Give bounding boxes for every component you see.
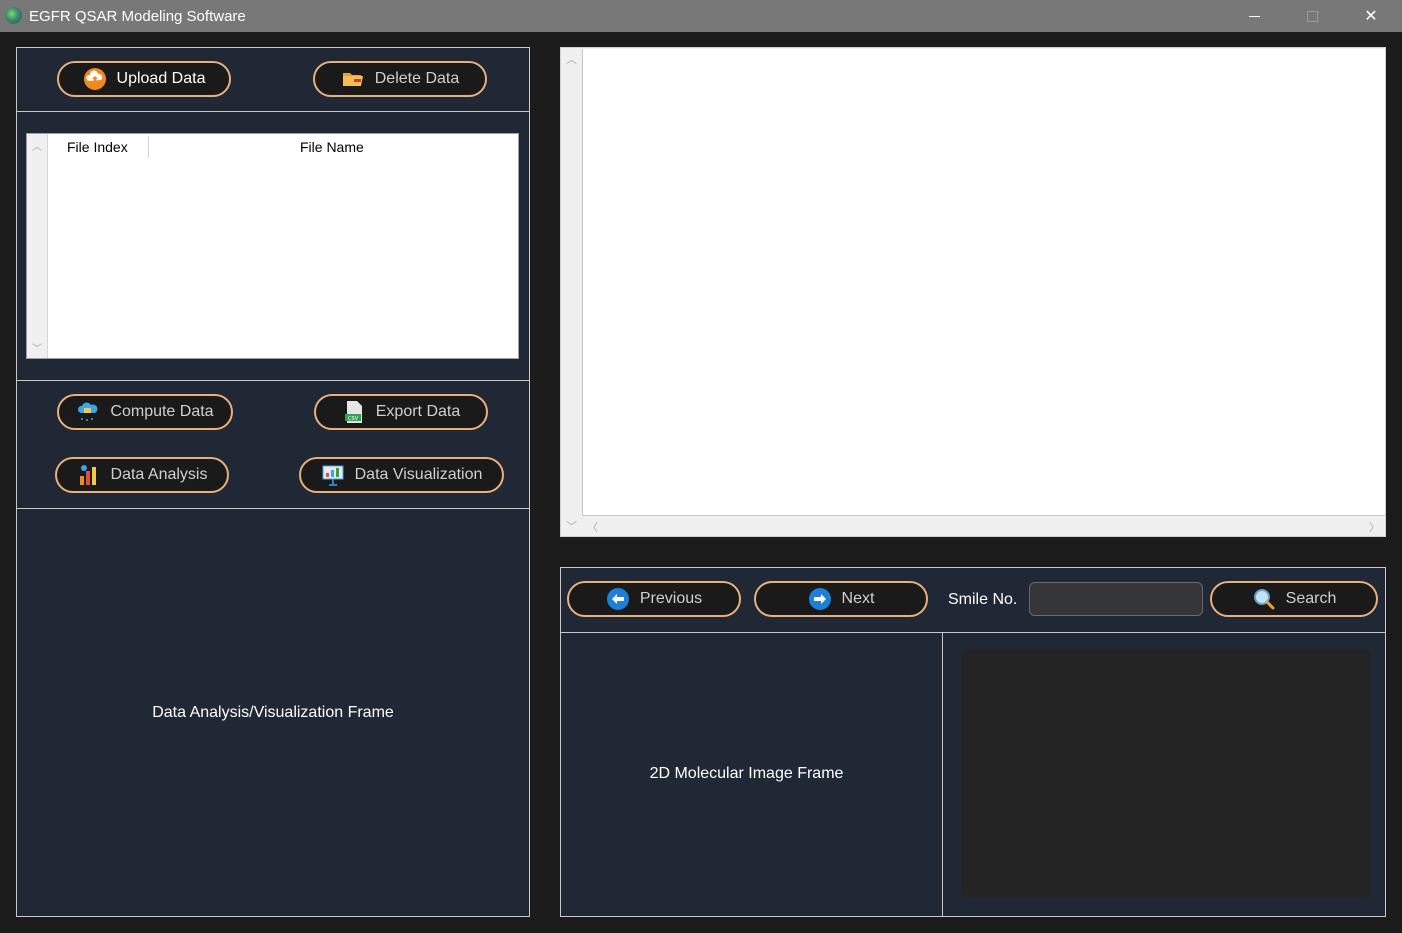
data-analysis-label: Data Analysis: [110, 466, 208, 483]
export-data-button[interactable]: CSV Export Data: [314, 394, 488, 430]
compute-data-button[interactable]: Compute Data: [57, 394, 233, 430]
minimize-button[interactable]: [1225, 0, 1283, 32]
column-header-file-index[interactable]: File Index: [67, 139, 128, 155]
smile-number-label: Smile No.: [948, 591, 1018, 608]
file-actions-panel: Upload Data Delete Data: [16, 47, 530, 112]
smile-number-input[interactable]: [1029, 582, 1203, 616]
arrow-left-circle-icon: [606, 587, 630, 611]
scroll-down-icon[interactable]: ﹀: [566, 518, 577, 534]
export-data-label: Export Data: [375, 403, 461, 420]
csv-file-icon: CSV: [342, 400, 366, 424]
maximize-icon: [1306, 10, 1318, 22]
magnifier-icon: [1252, 587, 1276, 611]
previous-label: Previous: [639, 590, 703, 607]
bar-chart-icon: [77, 463, 101, 487]
maximize-button[interactable]: [1283, 0, 1341, 32]
delete-data-button[interactable]: Delete Data: [313, 61, 487, 97]
data-visualization-label: Data Visualization: [354, 466, 483, 483]
column-divider: [148, 136, 149, 158]
output-text-content[interactable]: [582, 49, 1385, 516]
molecule-label-frame: 2D Molecular Image Frame: [560, 632, 943, 917]
scroll-left-icon[interactable]: 〈: [587, 519, 598, 535]
close-icon: ✕: [1364, 8, 1378, 25]
molecule-frame-label: 2D Molecular Image Frame: [649, 765, 844, 782]
compute-data-label: Compute Data: [110, 403, 214, 420]
arrow-right-circle-icon: [808, 587, 832, 611]
upload-data-button[interactable]: Upload Data: [57, 61, 231, 97]
next-label: Next: [841, 590, 875, 607]
column-header-file-name[interactable]: File Name: [300, 139, 364, 155]
scroll-up-icon[interactable]: ︿: [566, 51, 577, 67]
smiles-navigation-bar: Previous Next Smile No. Search: [560, 567, 1386, 633]
search-label: Search: [1285, 590, 1337, 607]
analysis-frame-label: Data Analysis/Visualization Frame: [152, 704, 394, 721]
previous-button[interactable]: Previous: [567, 581, 741, 617]
scroll-right-icon[interactable]: 〉: [1369, 519, 1380, 535]
processing-panel: Compute Data CSV Export Data Data Analys…: [16, 380, 530, 509]
next-button[interactable]: Next: [754, 581, 928, 617]
file-table[interactable]: ︿ ﹀ File Index File Name: [26, 133, 519, 359]
app-icon: [5, 7, 22, 24]
data-analysis-button[interactable]: Data Analysis: [55, 457, 229, 493]
output-text-area[interactable]: ︿ ﹀ 〈 〉: [560, 47, 1386, 537]
window-title: EGFR QSAR Modeling Software: [29, 8, 246, 25]
search-button[interactable]: Search: [1210, 581, 1378, 617]
delete-data-label: Delete Data: [374, 70, 460, 87]
scroll-up-icon[interactable]: ︿: [32, 138, 42, 153]
molecule-image-canvas: [961, 649, 1371, 898]
scroll-down-icon[interactable]: ﹀: [32, 340, 42, 355]
cloud-compute-icon: [76, 400, 100, 424]
presentation-chart-icon: [321, 463, 345, 487]
svg-text:CSV: CSV: [348, 416, 359, 422]
title-bar: EGFR QSAR Modeling Software ✕: [0, 0, 1402, 32]
minimize-icon: [1248, 15, 1260, 17]
analysis-visualization-frame: Data Analysis/Visualization Frame: [16, 508, 530, 917]
folder-delete-icon: [341, 67, 365, 91]
close-button[interactable]: ✕: [1342, 0, 1400, 32]
data-visualization-button[interactable]: Data Visualization: [299, 457, 504, 493]
upload-data-label: Upload Data: [116, 70, 206, 87]
file-table-scrollbar[interactable]: ︿ ﹀: [27, 134, 48, 358]
upload-cloud-icon: [83, 67, 107, 91]
